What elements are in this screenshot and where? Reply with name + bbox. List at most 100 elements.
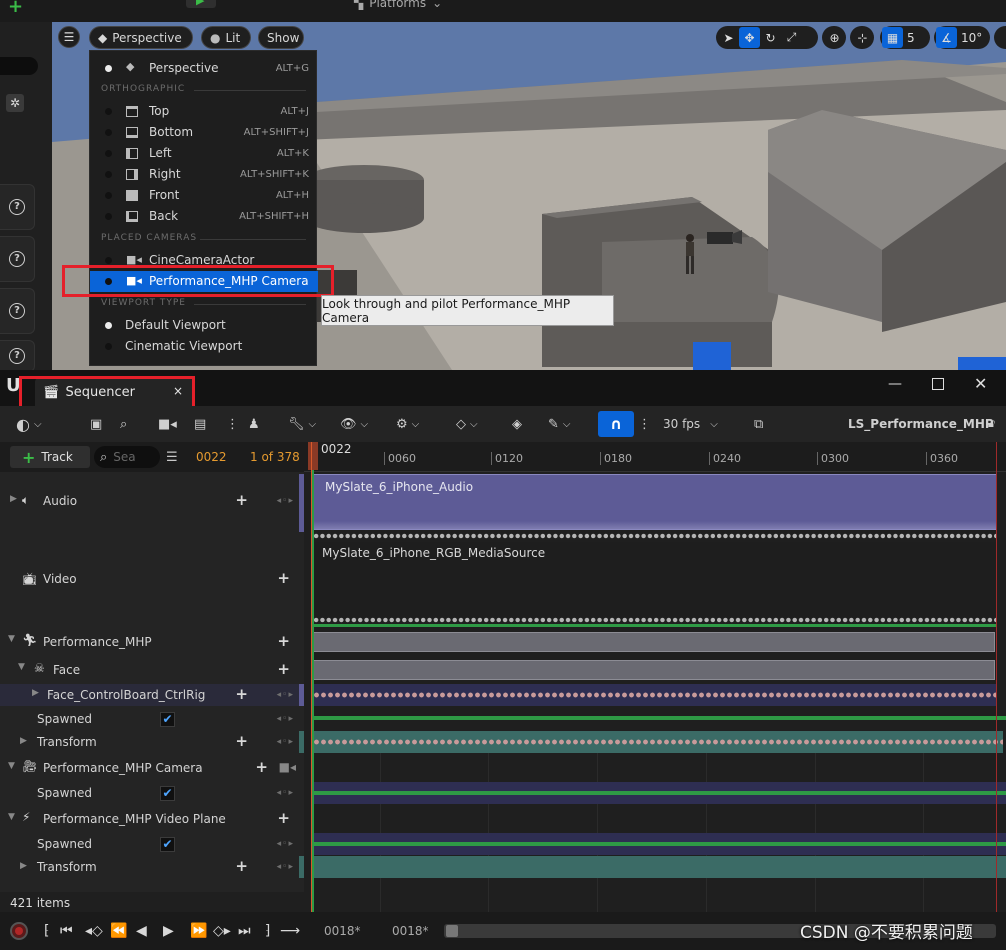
track-row-transform[interactable]: ▶ Transform + ◂◦▸ [0, 856, 304, 878]
render-movie-button[interactable]: ■◂ [158, 413, 177, 435]
help-button[interactable]: ? [0, 236, 35, 282]
play-reverse-icon[interactable]: ◀ [136, 923, 147, 939]
key-navigation[interactable]: ◂◦▸ [277, 839, 294, 849]
move-icon[interactable]: ✥ [739, 27, 760, 48]
more-options-button[interactable]: ⋮ [226, 413, 239, 435]
world-space-button[interactable]: ⊕ [822, 26, 846, 49]
key-navigation[interactable]: ◂◦▸ [277, 714, 294, 724]
jump-to-start-icon[interactable]: ⏮ [60, 923, 73, 939]
playback-options-dropdown[interactable]: ⚙ ⌵ [396, 413, 419, 435]
grid-icon[interactable]: ▦ [882, 27, 903, 48]
loop-icon[interactable]: ⟶ [280, 923, 300, 939]
track-row-performance-mhp-camera[interactable]: ▼ 🎥︎ Performance_MHP Camera + ■◂ [0, 756, 304, 780]
face-bar[interactable] [313, 660, 995, 680]
camera-cut-icon[interactable]: ■◂ [279, 760, 296, 774]
menu-item-cinematic-viewport[interactable]: Cinematic Viewport [90, 336, 318, 357]
add-track-button[interactable]: + Track [10, 446, 90, 468]
rotate-icon[interactable]: ↻ [760, 27, 781, 48]
find-asset-button[interactable]: ⌕ [120, 413, 127, 435]
jump-to-end-icon[interactable]: ⏭ [238, 923, 251, 939]
scale-icon[interactable]: ⤢ [781, 27, 802, 48]
minimize-icon[interactable]: — [888, 376, 902, 392]
add-track-icon[interactable]: + [255, 758, 268, 776]
film-reel-icon[interactable]: ✲ [6, 94, 24, 112]
range-start-field[interactable]: 0018* [324, 924, 361, 938]
lit-dropdown[interactable]: ● Lit [201, 26, 251, 49]
step-back-icon[interactable]: ⏪ [110, 923, 127, 939]
filter-icon[interactable]: ☰ [166, 450, 178, 465]
menu-item-left[interactable]: Left ALT+K [90, 143, 318, 164]
step-forward-icon[interactable]: ⏩ [190, 923, 207, 939]
menu-item-front[interactable]: Front ALT+H [90, 185, 318, 206]
lock-icon[interactable]: 🔓︎ [988, 413, 995, 435]
maximize-icon[interactable] [932, 378, 944, 390]
key-navigation[interactable]: ◂◦▸ [277, 737, 294, 747]
playhead-line[interactable] [311, 442, 312, 912]
menu-item-perspective[interactable]: ◆ Perspective ALT+G [90, 58, 318, 79]
expand-arrow-icon[interactable]: ▶ [20, 861, 27, 871]
auto-key-button[interactable]: ◈ [512, 413, 522, 435]
help-button[interactable]: ? [0, 288, 35, 334]
track-row-audio[interactable]: ▶ 🔈︎ Audio + ◂◦▸ [0, 474, 304, 532]
plane-transform-lane[interactable] [313, 856, 1006, 878]
next-key-icon[interactable]: ◇▸ [213, 923, 231, 939]
key-navigation[interactable]: ◂◦▸ [277, 496, 294, 506]
key-navigation[interactable]: ◂◦▸ [277, 862, 294, 872]
track-row-transform[interactable]: ▶ Transform + ◂◦▸ [0, 731, 304, 753]
prev-key-icon[interactable]: ◂◇ [85, 923, 103, 939]
track-row-face-controlboard-ctrlrig[interactable]: ▶ Face_ControlBoard_CtrlRig + ◂◦▸ [0, 684, 304, 706]
track-row-spawned[interactable]: Spawned ✔ ◂◦▸ [0, 782, 304, 804]
track-search-input[interactable]: ⌕ Sea [94, 446, 160, 468]
add-section-icon[interactable]: + [235, 732, 248, 750]
world-context-dropdown[interactable]: ◐ ⌵ [16, 413, 42, 435]
record-button[interactable] [10, 922, 28, 940]
snap-options-button[interactable]: ⋮ [638, 413, 651, 435]
cinematic-button[interactable]: ▤ [194, 413, 206, 435]
add-track-icon[interactable]: + [277, 809, 290, 827]
spawned-checkbox[interactable]: ✔ [160, 837, 175, 852]
add-track-icon[interactable]: + [277, 660, 290, 678]
edit-mode-dropdown[interactable]: ✎ ⌵ [548, 413, 571, 435]
help-button[interactable]: ? [0, 184, 35, 230]
video-clip[interactable]: MySlate_6_iPhone_RGB_MediaSource [313, 542, 997, 618]
scrollbar-handle[interactable] [446, 925, 458, 937]
curve-editor-button[interactable]: ⧉ [754, 413, 763, 435]
menu-item-back[interactable]: Back ALT+SHIFT+H [90, 206, 318, 227]
key-interpolation-dropdown[interactable]: ◇ ⌵ [456, 413, 478, 435]
audio-clip[interactable]: MySlate_6_iPhone_Audio [313, 474, 997, 530]
select-icon[interactable]: ➤ [718, 27, 739, 48]
add-section-icon[interactable]: + [277, 569, 290, 587]
actor-tools-button[interactable]: ♟ [248, 413, 260, 435]
expand-arrow-down-icon[interactable]: ▼ [18, 662, 25, 672]
play-icon[interactable]: ▶ [163, 923, 174, 939]
grid-snap-group[interactable]: ▦ 5 [880, 26, 930, 49]
set-start-icon[interactable]: ⁅ [44, 923, 49, 939]
save-button[interactable]: ▣ [90, 413, 102, 435]
time-ruler[interactable]: 0022 0060 0120 0180 0240 0300 0360 [304, 442, 1006, 472]
snap-toggle[interactable]: ∩ [598, 411, 634, 437]
angle-snap-group[interactable]: ∡ 10° [934, 26, 990, 49]
add-section-icon[interactable]: + [235, 685, 248, 703]
tools-dropdown[interactable]: 🔧︎ ⌵ [288, 413, 316, 435]
track-row-spawned[interactable]: Spawned ✔ ◂◦▸ [0, 833, 304, 855]
track-row-spawned[interactable]: Spawned ✔ ◂◦▸ [0, 708, 304, 730]
track-row-performance-mhp-video-plane[interactable]: ▼ ⚡︎ Performance_MHP Video Plane + [0, 807, 304, 831]
menu-item-top[interactable]: Top ALT+J [90, 101, 318, 122]
close-icon[interactable]: ✕ [974, 374, 987, 393]
expand-arrow-icon[interactable]: ▶ [32, 688, 39, 698]
perspective-dropdown[interactable]: ◆ Perspective [89, 26, 193, 49]
track-row-face[interactable]: ▼ ☠ Face + [0, 658, 304, 682]
range-end-field[interactable]: 0018* [392, 924, 429, 938]
set-end-icon[interactable]: ⁆ [265, 923, 270, 939]
ctrlrig-keyframes[interactable] [313, 684, 997, 706]
view-dropdown[interactable]: 👁︎ ⌵ [340, 413, 368, 435]
spawned-checkbox[interactable]: ✔ [160, 712, 175, 727]
transform-keyframes[interactable] [313, 731, 1003, 753]
expand-arrow-down-icon[interactable]: ▼ [8, 634, 15, 644]
frame-rate-dropdown[interactable]: 30 fps ⌵ [663, 413, 718, 435]
add-track-icon[interactable]: + [277, 632, 290, 650]
performance-mhp-bar[interactable] [313, 632, 995, 652]
spawned-checkbox[interactable]: ✔ [160, 786, 175, 801]
current-frame-field[interactable]: 0022 [196, 450, 227, 464]
menu-item-right[interactable]: Right ALT+SHIFT+K [90, 164, 318, 185]
